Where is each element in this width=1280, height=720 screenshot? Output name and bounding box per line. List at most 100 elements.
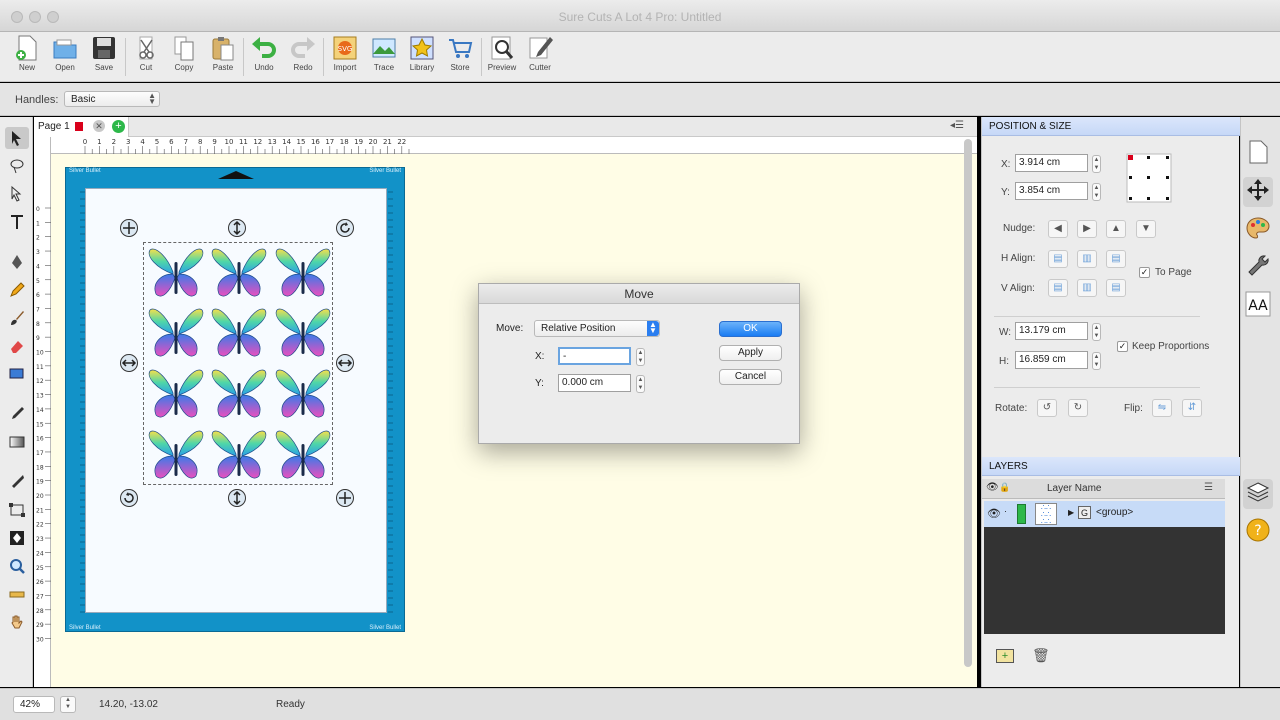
nudge-left-button[interactable]: ◀ — [1048, 220, 1068, 238]
transform-tool[interactable] — [5, 499, 29, 521]
height-input[interactable]: 16.859 cm — [1015, 351, 1088, 369]
text-tool[interactable] — [5, 211, 29, 233]
open-button[interactable]: Open — [47, 34, 83, 80]
page-tab[interactable]: Page 1 ✕ + — [34, 117, 129, 137]
pan-tool[interactable] — [5, 611, 29, 633]
width-stepper[interactable]: ▲ ▼ — [1092, 323, 1101, 341]
eyedropper-tool[interactable] — [5, 403, 29, 425]
flip-vertical-button[interactable]: ⇵ — [1182, 399, 1202, 417]
apply-button[interactable]: Apply — [719, 345, 782, 361]
toolbar-separator — [481, 38, 482, 76]
layers-panel-button[interactable] — [1243, 479, 1273, 509]
layer-color-swatch[interactable] — [1017, 504, 1026, 524]
preview-button[interactable]: Preview — [484, 34, 520, 80]
keep-proportions-checkbox[interactable]: ✓ — [1117, 341, 1128, 352]
move-handle-bottom-right[interactable] — [336, 489, 354, 507]
select-tool[interactable] — [5, 127, 29, 149]
pos-x-input[interactable]: 3.914 cm — [1015, 154, 1088, 172]
cancel-button[interactable]: Cancel — [719, 369, 782, 385]
fill-panel-button[interactable] — [1243, 215, 1273, 245]
scale-handle-top[interactable] — [228, 219, 246, 237]
pos-y-input[interactable]: 3.854 cm — [1015, 182, 1088, 200]
to-page-checkbox[interactable]: ✓ — [1139, 267, 1150, 278]
height-stepper[interactable]: ▲ ▼ — [1092, 352, 1101, 370]
brush-icon — [11, 311, 24, 325]
scale-handle-left[interactable] — [120, 354, 138, 372]
position-size-panel-button[interactable] — [1243, 177, 1273, 207]
vertical-scrollbar[interactable] — [964, 139, 972, 667]
save-button[interactable]: Save — [86, 34, 122, 80]
paste-button[interactable]: Paste — [205, 34, 241, 80]
tab-menu-icon[interactable]: ◂☰ — [950, 120, 964, 131]
rotate-handle-bottom-left[interactable] — [120, 489, 138, 507]
pos-y-stepper[interactable]: ▲ ▼ — [1092, 183, 1101, 201]
import-button[interactable]: SVG Import — [327, 34, 363, 80]
move-handle-top-left[interactable] — [120, 219, 138, 237]
close-page-icon[interactable]: ✕ — [93, 120, 105, 132]
add-page-icon[interactable]: + — [112, 120, 125, 133]
ok-button[interactable]: OK — [719, 321, 782, 337]
expand-triangle-icon[interactable]: ▶ — [1068, 508, 1074, 517]
text-panel-button[interactable]: AA — [1243, 291, 1273, 321]
node-edit-tool[interactable] — [5, 183, 29, 205]
scale-handle-right[interactable] — [336, 354, 354, 372]
measure-tool[interactable] — [5, 583, 29, 605]
zoom-input[interactable]: 42% — [13, 696, 55, 713]
layer-row[interactable]: 👁 · ∴∴ ∴∴ ∴∴ ▶ G <group> — [984, 501, 1225, 527]
shape-tool[interactable] — [5, 363, 29, 385]
library-button[interactable]: Library — [404, 34, 440, 80]
brush-tool[interactable] — [5, 307, 29, 329]
page-color-swatch[interactable] — [75, 122, 83, 131]
move-mode-select[interactable]: Relative Position ▲ ▼ — [534, 320, 660, 337]
rotate-ccw-button[interactable]: ↺ — [1037, 399, 1057, 417]
y-offset-input[interactable]: 0.000 cm — [558, 374, 631, 392]
pen-tool[interactable] — [5, 251, 29, 273]
pencil-tool[interactable] — [5, 279, 29, 301]
flip-horizontal-button[interactable]: ⇋ — [1152, 399, 1172, 417]
visibility-eye-icon[interactable]: 👁 — [986, 482, 999, 493]
cut-button[interactable]: Cut — [128, 34, 164, 80]
lock-icon[interactable]: 🔒 — [999, 482, 1010, 493]
x-offset-input[interactable]: - — [558, 347, 631, 365]
align-bottom-button[interactable]: ▤ — [1106, 279, 1126, 297]
trace-button[interactable]: Trace — [366, 34, 402, 80]
cutter-button[interactable]: Cutter — [522, 34, 558, 80]
reference-point-grid[interactable] — [1126, 153, 1172, 203]
align-left-button[interactable]: ▤ — [1048, 250, 1068, 268]
x-offset-stepper[interactable]: ▲ ▼ — [636, 348, 645, 366]
y-offset-stepper[interactable]: ▲ ▼ — [636, 375, 645, 393]
layers-menu-icon[interactable]: ☰ — [1204, 482, 1213, 493]
align-center-button[interactable]: ▥ — [1077, 250, 1097, 268]
align-middle-button[interactable]: ▥ — [1077, 279, 1097, 297]
align-top-button[interactable]: ▤ — [1048, 279, 1068, 297]
rotate-handle-top-right[interactable] — [336, 219, 354, 237]
store-button[interactable]: Store — [442, 34, 478, 80]
handles-select[interactable]: Basic ▲ ▼ — [64, 91, 160, 107]
layer-visible-eye-icon[interactable]: 👁 — [987, 507, 1001, 520]
zoom-stepper[interactable]: ▲ ▼ — [60, 696, 76, 713]
undo-button[interactable]: Undo — [246, 34, 282, 80]
scale-handle-bottom[interactable] — [228, 489, 246, 507]
gradient-tool[interactable] — [5, 431, 29, 453]
pos-x-stepper[interactable]: ▲ ▼ — [1092, 155, 1101, 173]
weld-tool[interactable] — [5, 527, 29, 549]
layer-lock-dot[interactable]: · — [1004, 506, 1007, 516]
align-right-button[interactable]: ▤ — [1106, 250, 1126, 268]
new-button[interactable]: New — [9, 34, 45, 80]
redo-button[interactable]: Redo — [285, 34, 321, 80]
add-layer-icon[interactable]: + — [996, 649, 1014, 663]
knife-tool[interactable] — [5, 471, 29, 493]
eraser-tool[interactable] — [5, 335, 29, 357]
help-button[interactable]: ? — [1243, 517, 1273, 547]
tools-panel-button[interactable] — [1243, 253, 1273, 283]
width-input[interactable]: 13.179 cm — [1015, 322, 1088, 340]
delete-layer-icon[interactable]: 🗑 — [1032, 647, 1050, 664]
nudge-down-button[interactable]: ▼ — [1136, 220, 1156, 238]
zoom-tool[interactable] — [5, 555, 29, 577]
rotate-cw-button[interactable]: ↻ — [1068, 399, 1088, 417]
group-select-tool[interactable] — [5, 155, 29, 177]
copy-button[interactable]: Copy — [166, 34, 202, 80]
document-panel-button[interactable] — [1243, 139, 1273, 169]
nudge-right-button[interactable]: ▶ — [1077, 220, 1097, 238]
nudge-up-button[interactable]: ▲ — [1106, 220, 1126, 238]
